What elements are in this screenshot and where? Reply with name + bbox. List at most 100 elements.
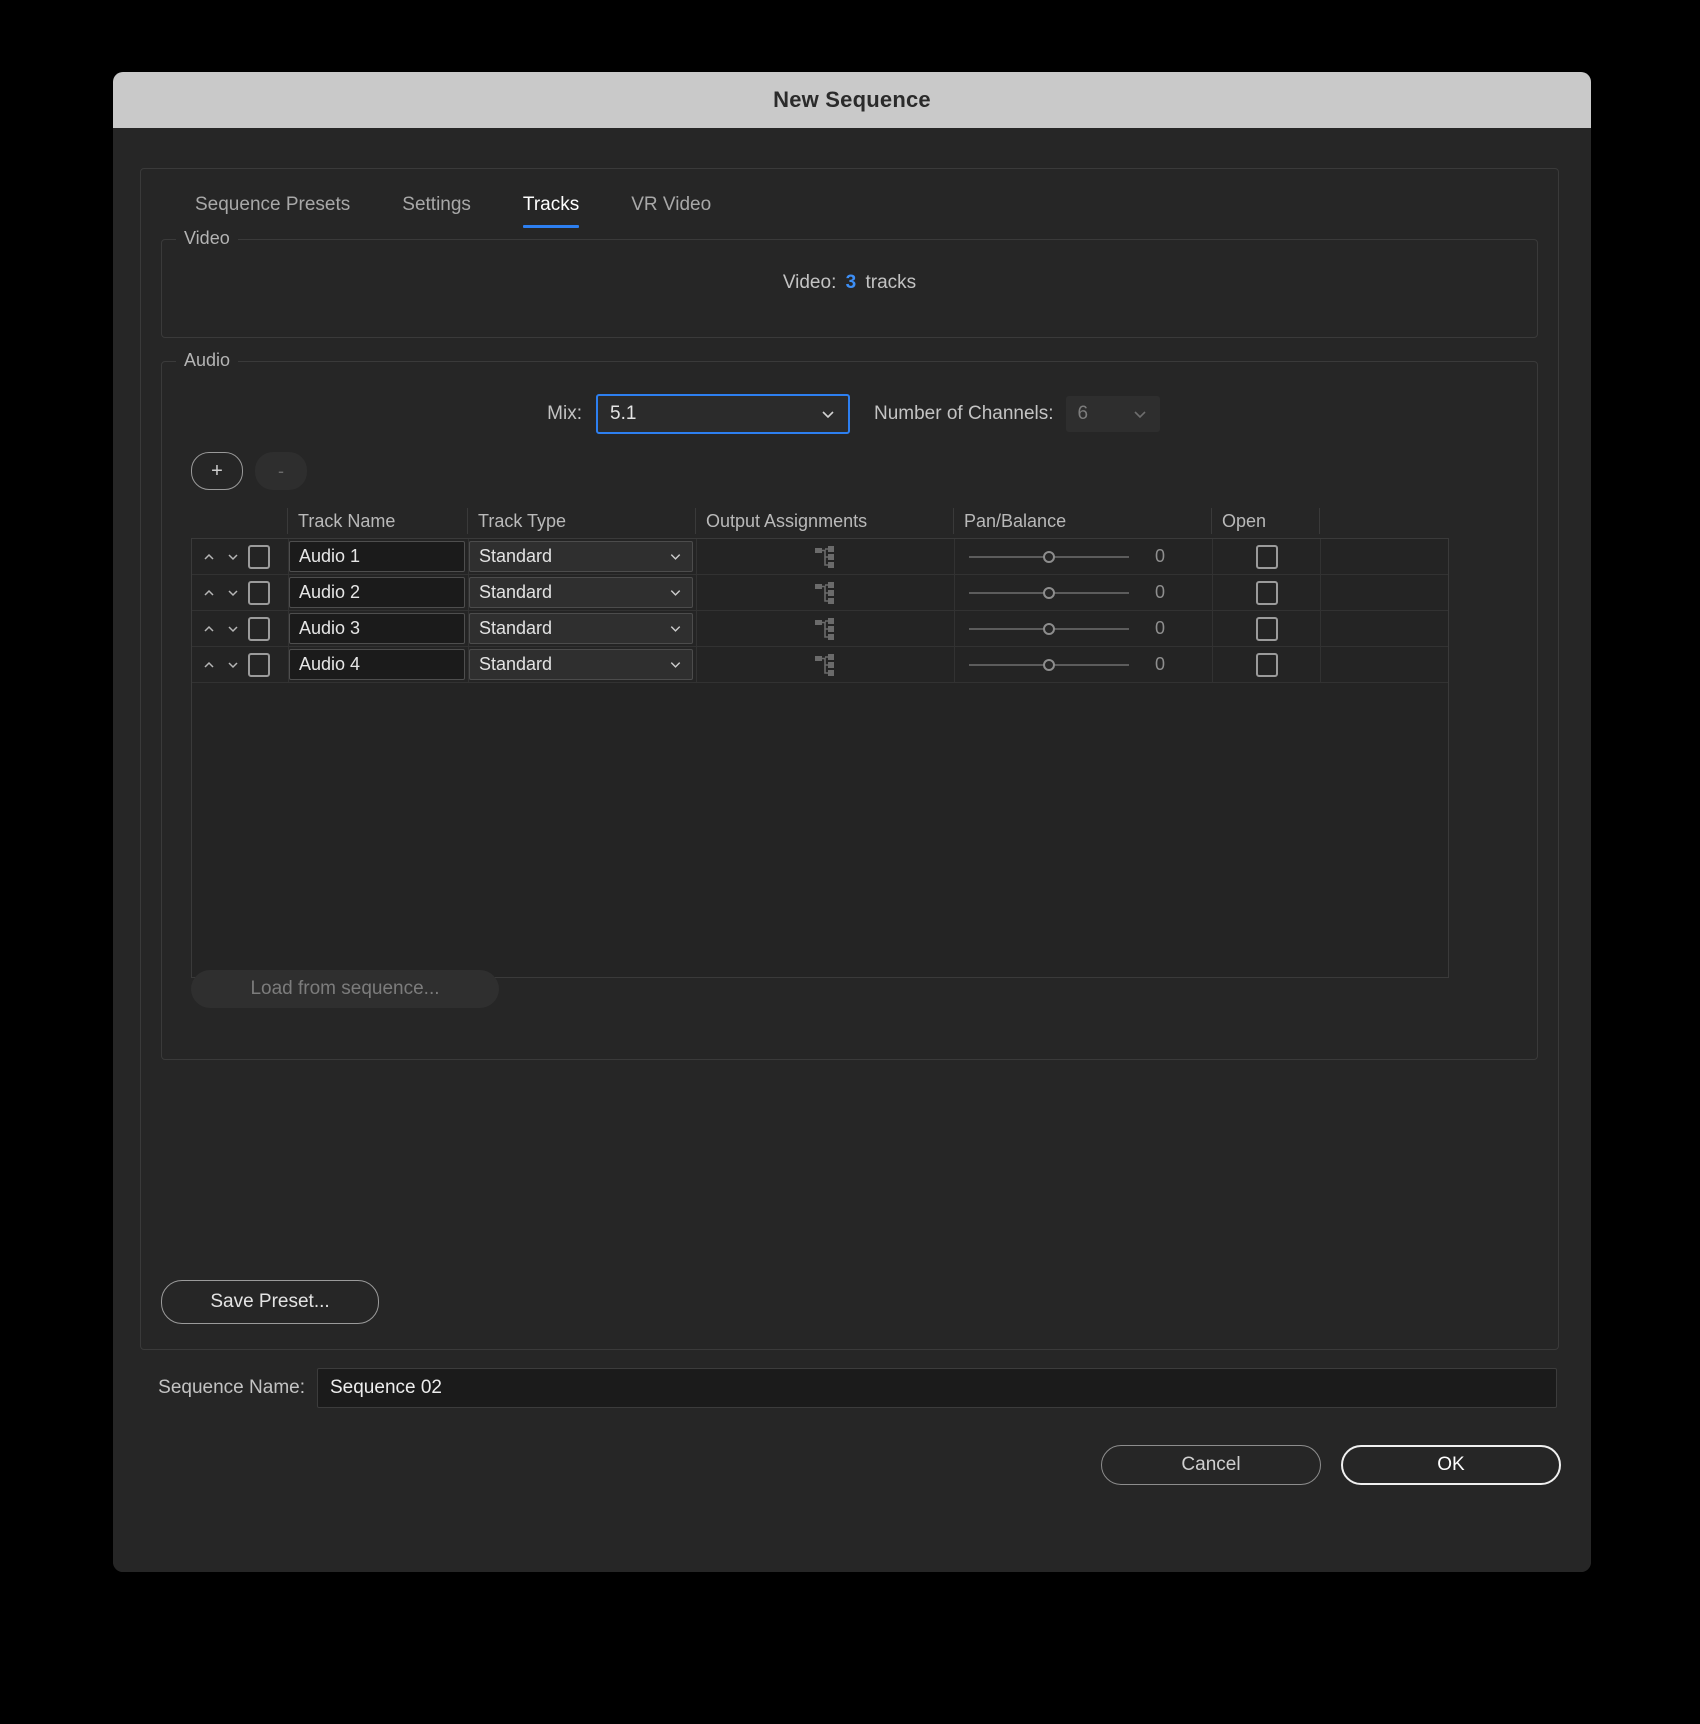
row-select-checkbox[interactable] [248,581,270,605]
output-assignments-cell[interactable] [696,647,954,682]
track-name-input[interactable]: Audio 4 [289,649,465,680]
move-down-icon[interactable] [224,656,242,674]
pan-balance-slider[interactable] [969,583,1129,603]
video-track-count[interactable]: 3 [846,272,857,293]
table-row[interactable]: Audio 1 Standard 0 [192,539,1448,575]
cancel-label: Cancel [1181,1454,1240,1476]
ok-label: OK [1437,1454,1464,1476]
row-controls [192,539,288,574]
track-type-select[interactable]: Standard [469,649,693,680]
output-assignments-cell[interactable] [696,575,954,610]
output-assignments-cell[interactable] [696,611,954,646]
pan-balance-slider[interactable] [969,619,1129,639]
track-type-cell: Standard [468,647,696,682]
row-controls [192,575,288,610]
pan-balance-cell: 0 [954,611,1212,646]
pan-balance-value[interactable]: 0 [1155,582,1165,603]
track-type-select[interactable]: Standard [469,541,693,572]
open-checkbox[interactable] [1256,617,1278,641]
dialog-titlebar: New Sequence [113,72,1591,128]
chevron-down-icon [1132,406,1148,422]
pan-balance-value[interactable]: 0 [1155,654,1165,675]
pan-balance-value[interactable]: 0 [1155,618,1165,639]
row-extra-cell [1320,575,1448,610]
load-from-sequence-button: Load from sequence... [191,970,499,1008]
track-name-input[interactable]: Audio 3 [289,613,465,644]
tab-settings[interactable]: Settings [376,186,497,230]
remove-track-button: - [255,452,307,490]
pan-balance-slider[interactable] [969,655,1129,675]
row-controls [192,611,288,646]
column-header-track-type: Track Type [467,508,695,534]
track-type-select[interactable]: Standard [469,613,693,644]
screen: New Sequence Sequence Presets Settings T… [0,0,1700,1724]
chevron-down-icon [820,406,836,422]
row-select-checkbox[interactable] [248,545,270,569]
video-fieldset: Video Video: 3 tracks [161,239,1538,338]
save-preset-label: Save Preset... [210,1291,329,1313]
tab-active-underline [523,225,579,228]
move-up-icon[interactable] [200,656,218,674]
column-header-pan-balance: Pan/Balance [953,508,1211,534]
chevron-down-icon [668,549,683,564]
track-type-cell: Standard [468,539,696,574]
table-row[interactable]: Audio 4Standard 0 [192,647,1448,683]
move-down-icon[interactable] [224,548,242,566]
pan-balance-value[interactable]: 0 [1155,546,1165,567]
slider-knob[interactable] [1043,623,1055,635]
move-down-icon[interactable] [224,584,242,602]
track-type-value: Standard [479,546,552,567]
ok-button[interactable]: OK [1341,1445,1561,1485]
slider-knob[interactable] [1043,659,1055,671]
move-up-icon[interactable] [200,548,218,566]
pan-balance-cell: 0 [954,647,1212,682]
output-assignment-icon [815,617,837,641]
open-checkbox[interactable] [1256,545,1278,569]
video-legend: Video [176,228,238,249]
table-body[interactable]: Audio 1Standard0Audio 2Standard0Audio 3S… [191,538,1449,978]
sequence-name-input[interactable]: Sequence 02 [317,1368,1557,1408]
output-assignment-icon [815,581,837,605]
table-row[interactable]: Audio 3Standard 0 [192,611,1448,647]
tab-tracks[interactable]: Tracks [497,186,605,230]
tab-label: Tracks [523,194,579,215]
pan-balance-slider[interactable] [969,547,1129,567]
open-checkbox[interactable] [1256,581,1278,605]
move-up-icon[interactable] [200,620,218,638]
track-type-value: Standard [479,582,552,603]
track-name-input[interactable]: Audio 2 [289,577,465,608]
row-select-checkbox[interactable] [248,653,270,677]
move-up-icon[interactable] [200,584,218,602]
load-from-sequence-label: Load from sequence... [250,978,439,1000]
tab-vr-video[interactable]: VR Video [605,186,737,230]
number-of-channels-label: Number of Channels: [874,403,1054,425]
tab-label: Settings [402,194,471,215]
track-name-input[interactable]: Audio 1 [289,541,465,572]
cancel-button[interactable]: Cancel [1101,1445,1321,1485]
dialog-footer: Cancel OK [1101,1445,1561,1485]
tab-sequence-presets[interactable]: Sequence Presets [169,186,376,230]
row-select-checkbox[interactable] [248,617,270,641]
video-tracks-label: Video: [783,272,837,293]
chevron-down-icon [668,585,683,600]
add-track-button[interactable]: + [191,452,243,490]
save-preset-button[interactable]: Save Preset... [161,1280,379,1324]
tab-bar: Sequence Presets Settings Tracks VR Vide… [169,186,737,230]
column-header-open: Open [1211,508,1319,534]
new-sequence-dialog: New Sequence Sequence Presets Settings T… [113,72,1591,1572]
slider-knob[interactable] [1043,551,1055,563]
output-assignments-cell[interactable] [696,539,954,574]
video-tracks-unit: tracks [865,272,916,293]
move-down-icon[interactable] [224,620,242,638]
dialog-body: Sequence Presets Settings Tracks VR Vide… [113,128,1591,1572]
chevron-down-icon [668,657,683,672]
mix-select[interactable]: 5.1 [596,394,850,434]
open-checkbox[interactable] [1256,653,1278,677]
slider-knob[interactable] [1043,587,1055,599]
chevron-down-icon [668,621,683,636]
tracks-panel: Sequence Presets Settings Tracks VR Vide… [140,168,1559,1350]
track-type-cell: Standard [468,611,696,646]
table-row[interactable]: Audio 2 Standard 0 [192,575,1448,611]
track-type-select[interactable]: Standard [469,577,693,608]
open-cell [1212,647,1320,682]
